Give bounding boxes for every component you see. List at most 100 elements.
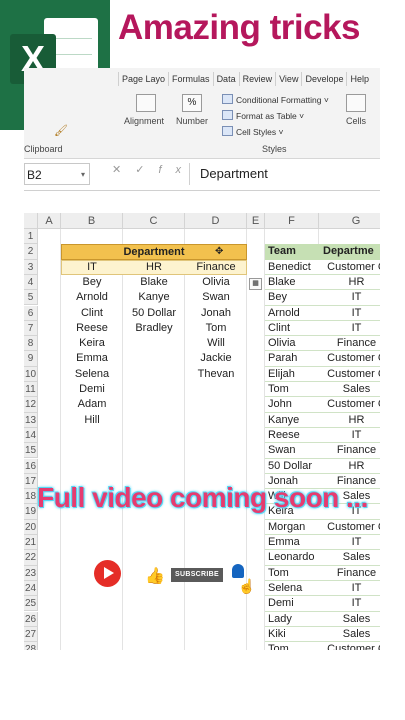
row-header-26[interactable]: 26 (24, 611, 38, 627)
table-cell[interactable]: Bradley (123, 321, 185, 336)
youtube-play-icon[interactable] (94, 560, 121, 587)
table-cell[interactable]: Customer C (319, 397, 380, 412)
table-cell[interactable]: Bey (265, 290, 319, 305)
table-cell[interactable]: Bey (61, 275, 123, 290)
row-header-10[interactable]: 10 (24, 366, 38, 382)
tab-formulas[interactable]: Formulas (168, 72, 213, 86)
table-cell[interactable]: Clint (265, 321, 319, 336)
table-cell[interactable]: Kiki (265, 627, 319, 642)
table-cell[interactable]: Finance (319, 443, 380, 458)
table-cell[interactable]: Kanye (265, 413, 319, 428)
table-cell[interactable]: Keira (61, 336, 123, 351)
cancel-icon[interactable]: ✕ (112, 164, 135, 176)
table-cell[interactable]: Swan (265, 443, 319, 458)
table-cell[interactable]: Tom (265, 566, 319, 581)
enter-icon[interactable]: ✓ (135, 164, 158, 176)
row-header-14[interactable]: 14 (24, 427, 38, 444)
row-header-25[interactable]: 25 (24, 596, 38, 612)
table-cell[interactable]: HR (319, 413, 380, 428)
table-cell[interactable]: 50 Dollar (265, 459, 319, 474)
right-table-header-team[interactable]: Team (265, 244, 319, 259)
format-painter-icon[interactable]: 🖌 (54, 124, 68, 137)
subheader-finance[interactable]: Finance (185, 260, 247, 275)
table-cell[interactable]: Tom (185, 321, 247, 336)
table-cell[interactable]: Customer C (319, 367, 380, 382)
table-cell[interactable]: Sales (319, 627, 380, 642)
table-cell[interactable]: Clint (61, 306, 123, 321)
like-icon[interactable]: 👍 (145, 566, 165, 586)
conditional-formatting-button[interactable]: Conditional Formatting ˅ (222, 94, 329, 105)
tab-page-layout[interactable]: Page Layo (118, 72, 168, 86)
tab-view[interactable]: View (275, 72, 301, 86)
table-cell[interactable]: IT (319, 290, 380, 305)
table-cell[interactable]: Jonah (185, 306, 247, 321)
row-header-3[interactable]: 3 (24, 259, 38, 275)
table-cell[interactable]: Tom (265, 642, 319, 650)
bell-icon[interactable] (232, 564, 244, 578)
row-header-27[interactable]: 27 (24, 626, 38, 643)
table-cell[interactable]: Sales (319, 550, 380, 565)
table-cell[interactable]: Emma (265, 535, 319, 550)
table-cell[interactable]: Customer C (319, 260, 380, 275)
tab-data[interactable]: Data (212, 72, 239, 86)
subheader-hr[interactable]: HR (123, 260, 185, 275)
table-cell[interactable]: Customer C (319, 642, 380, 650)
table-cell[interactable]: Parah (265, 351, 319, 366)
table-cell[interactable]: IT (319, 535, 380, 550)
table-cell[interactable]: Leonardo (265, 550, 319, 565)
table-cell[interactable]: IT (319, 596, 380, 611)
table-cell[interactable]: Lady (265, 612, 319, 627)
table-cell[interactable]: John (265, 397, 319, 412)
name-box-dropdown-icon[interactable]: ▾ (81, 164, 85, 186)
table-cell[interactable]: Customer C (319, 520, 380, 535)
table-cell[interactable]: Emma (61, 351, 123, 366)
table-cell[interactable]: Swan (185, 290, 247, 305)
table-cell[interactable]: Finance (319, 336, 380, 351)
column-header-f[interactable]: F (265, 213, 319, 229)
row-header-20[interactable]: 20 (24, 519, 38, 535)
table-cell[interactable]: HR (319, 459, 380, 474)
row-header-8[interactable]: 8 (24, 336, 38, 352)
table-cell[interactable]: Selena (265, 581, 319, 596)
format-as-table-button[interactable]: Format as Table ˅ (222, 110, 304, 121)
table-cell[interactable]: Morgan (265, 520, 319, 535)
tab-help[interactable]: Help (346, 72, 372, 86)
column-header-e[interactable]: E (247, 213, 265, 229)
table-cell[interactable]: Olivia (265, 336, 319, 351)
row-header-13[interactable]: 13 (24, 412, 38, 428)
table-cell[interactable]: Finance (319, 566, 380, 581)
column-header-g[interactable]: G (319, 213, 380, 229)
table-cell[interactable]: IT (319, 581, 380, 596)
row-header-9[interactable]: 9 (24, 351, 38, 367)
name-box[interactable]: B2 ▾ (24, 163, 90, 185)
table-cell[interactable]: Adam (61, 397, 123, 412)
table-cell[interactable]: Olivia (185, 275, 247, 290)
table-cell[interactable]: Thevan (185, 367, 247, 382)
row-header-22[interactable]: 22 (24, 550, 38, 566)
row-header-24[interactable]: 24 (24, 580, 38, 597)
table-cell[interactable]: 50 Dollar (123, 306, 185, 321)
table-cell[interactable]: IT (319, 306, 380, 321)
number-button[interactable]: Number (176, 116, 208, 126)
row-header-11[interactable]: 11 (24, 382, 38, 398)
subscribe-button[interactable]: SUBSCRIBE (171, 568, 223, 582)
table-cell[interactable]: IT (319, 428, 380, 443)
table-cell[interactable]: HR (319, 275, 380, 290)
row-header-16[interactable]: 16 (24, 458, 38, 474)
paste-options-icon[interactable]: ▦ (249, 277, 262, 290)
table-cell[interactable]: Reese (265, 428, 319, 443)
row-header-2[interactable]: 2 (24, 244, 38, 260)
row-header-1[interactable]: 1 (24, 229, 38, 245)
table-cell[interactable]: Selena (61, 367, 123, 382)
right-table-header-department[interactable]: Departme (319, 244, 380, 259)
select-all-corner[interactable] (24, 213, 38, 229)
table-cell[interactable]: Customer C (319, 351, 380, 366)
row-header-15[interactable]: 15 (24, 443, 38, 459)
row-header-23[interactable]: 23 (24, 565, 38, 581)
fill-handle-icon[interactable]: ✥ (215, 246, 223, 257)
formula-input[interactable]: Department (189, 163, 380, 185)
alignment-icon[interactable] (136, 94, 156, 112)
table-cell[interactable]: Arnold (265, 306, 319, 321)
table-cell[interactable]: Tom (265, 382, 319, 397)
cells-icon[interactable] (346, 94, 366, 112)
